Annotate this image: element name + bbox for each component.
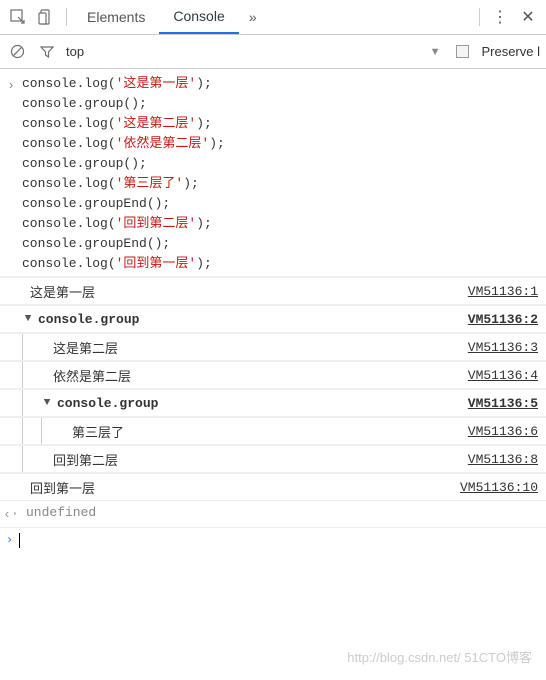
device-toggle-icon[interactable] [32,3,60,31]
log-text: 第三层了 [68,422,468,441]
separator [479,8,480,26]
log-row: 回到第二层VM51136:8 [0,445,546,473]
prompt-arrow-icon: › [6,533,13,547]
code-line: console.log('依然是第二层'); [22,134,546,154]
console-input-block: › console.log('这是第一层');console.group();c… [0,73,546,277]
log-row: ▼console.groupVM51136:5 [0,389,546,417]
clear-console-icon[interactable] [6,41,28,63]
return-arrow-icon: ‹⋅ [0,503,22,525]
console-toolbar: top ▼ Preserve l [0,35,546,69]
source-link[interactable]: VM51136:3 [468,340,546,355]
tab-console[interactable]: Console [159,0,238,34]
console-prompt[interactable]: › [0,528,546,552]
log-row: 这是第二层VM51136:3 [0,333,546,361]
log-text: 回到第一层 [26,478,460,497]
log-row: 第三层了VM51136:6 [0,417,546,445]
return-row: ‹⋅ undefined [0,501,546,528]
input-prompt-icon: › [0,74,22,96]
disclosure-triangle-icon[interactable]: ▼ [22,313,34,325]
code-line: console.log('回到第二层'); [22,214,546,234]
log-text: 回到第二层 [49,450,468,469]
text-cursor [19,533,20,548]
kebab-menu-icon[interactable]: ⋮ [486,3,514,31]
log-row: 这是第一层VM51136:1 [0,277,546,305]
preserve-log-checkbox[interactable] [456,45,469,58]
preserve-log-label: Preserve l [481,44,540,59]
code-line: console.group(); [22,94,546,114]
log-text: console.group [34,312,468,327]
tab-elements[interactable]: Elements [73,1,159,33]
log-row: ▼console.groupVM51136:2 [0,305,546,333]
log-text: 这是第一层 [26,282,468,301]
filter-icon[interactable] [36,41,58,63]
source-link[interactable]: VM51136:6 [468,424,546,439]
watermark: http://blog.csdn.net/ 51CTO博客 [347,647,532,666]
disclosure-triangle-icon[interactable]: ▼ [41,397,53,409]
source-link[interactable]: VM51136:5 [468,396,546,411]
close-icon[interactable]: ✕ [514,3,542,31]
code-line: console.group(); [22,154,546,174]
more-tabs-icon[interactable]: » [239,3,267,31]
source-link[interactable]: VM51136:4 [468,368,546,383]
code-line: console.groupEnd(); [22,194,546,214]
log-text: 这是第二层 [49,338,468,357]
source-link[interactable]: VM51136:1 [468,284,546,299]
devtools-header: Elements Console » ⋮ ✕ [0,0,546,35]
code-line: console.groupEnd(); [22,234,546,254]
return-value: undefined [22,503,546,523]
inspect-icon[interactable] [4,3,32,31]
source-link[interactable]: VM51136:8 [468,452,546,467]
separator [66,8,67,26]
log-text: 依然是第二层 [49,366,468,385]
source-link[interactable]: VM51136:2 [468,312,546,327]
log-row: 回到第一层VM51136:10 [0,473,546,501]
console-body: › console.log('这是第一层');console.group();c… [0,69,546,552]
source-link[interactable]: VM51136:10 [460,480,546,495]
log-text: console.group [53,396,468,411]
chevron-down-icon[interactable]: ▼ [430,46,441,58]
code-line: console.log('这是第一层'); [22,74,546,94]
code-line: console.log('这是第二层'); [22,114,546,134]
context-selector[interactable]: top [66,44,422,59]
log-row: 依然是第二层VM51136:4 [0,361,546,389]
code-line: console.log('回到第一层'); [22,254,546,274]
code-line: console.log('第三层了'); [22,174,546,194]
